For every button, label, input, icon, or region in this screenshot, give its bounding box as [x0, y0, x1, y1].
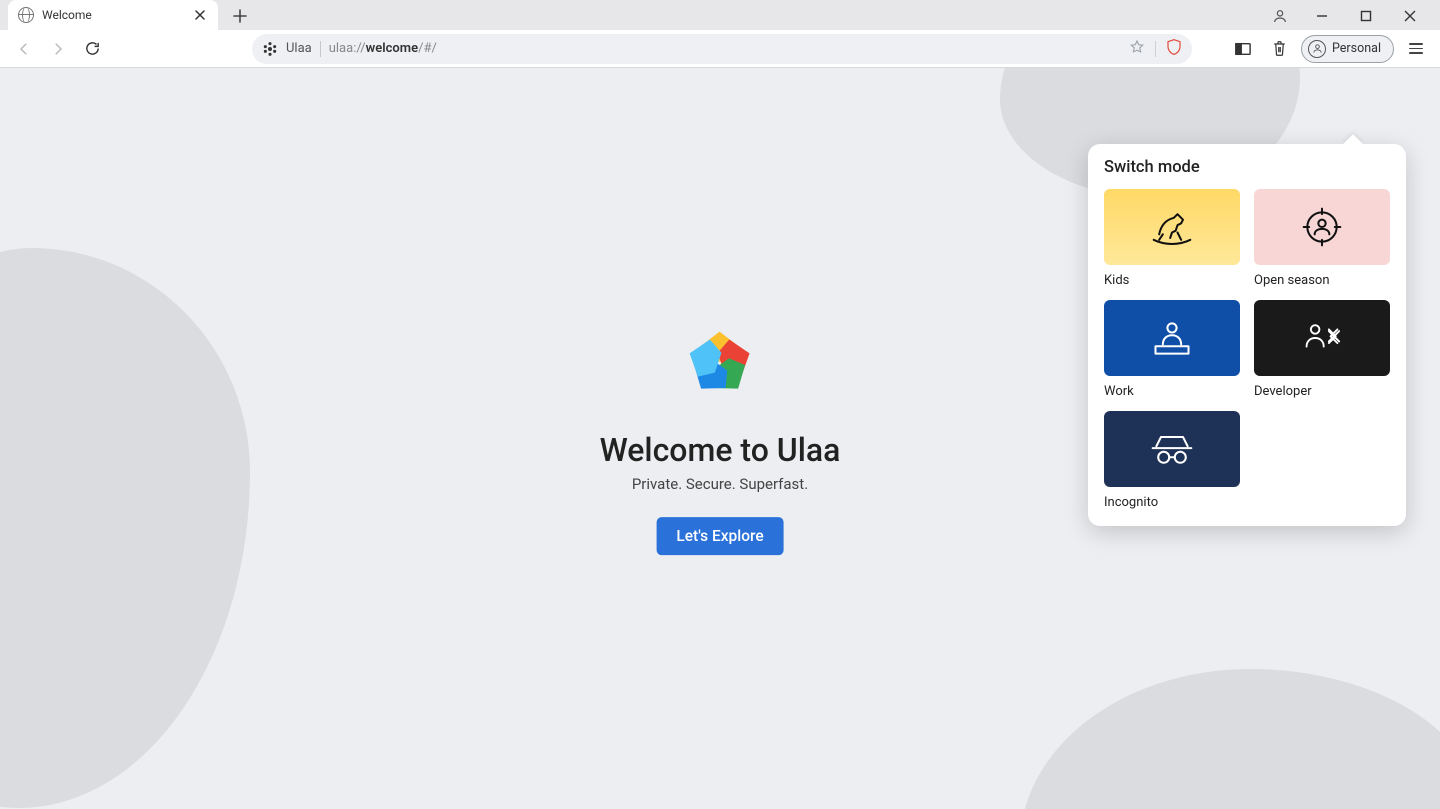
popover-title: Switch mode [1104, 158, 1390, 177]
lets-explore-button[interactable]: Let's Explore [656, 517, 783, 555]
mode-card-work[interactable]: Work [1104, 300, 1240, 399]
globe-icon [18, 7, 34, 23]
hero-section: Welcome to Ulaa Private. Secure. Superfa… [600, 313, 841, 555]
bookmark-star-icon[interactable] [1129, 39, 1145, 59]
url-display: ulaa://welcome/#/ [329, 41, 437, 56]
shield-icon[interactable] [1166, 38, 1182, 60]
browser-toolbar: Ulaa ulaa://welcome/#/ Personal [0, 30, 1440, 68]
incognito-icon [1149, 431, 1195, 467]
page-tagline: Private. Secure. Superfast. [600, 475, 841, 493]
trash-icon[interactable] [1265, 35, 1293, 63]
mode-label: Kids [1104, 273, 1240, 288]
page-title: Welcome to Ulaa [600, 431, 841, 469]
code-person-icon [1298, 320, 1346, 356]
page-content: Welcome to Ulaa Private. Secure. Superfa… [0, 68, 1440, 809]
titlebar-profile-icon[interactable] [1266, 2, 1294, 30]
address-bar[interactable]: Ulaa ulaa://welcome/#/ [252, 34, 1192, 64]
rocking-horse-icon [1150, 207, 1194, 247]
omnibox-divider [320, 41, 321, 57]
tab-title: Welcome [42, 8, 92, 22]
desk-person-icon [1150, 318, 1194, 358]
mode-label: Work [1104, 384, 1240, 399]
ulaa-logo-icon [670, 313, 770, 413]
switch-mode-popover: Switch mode Kids [1088, 144, 1406, 526]
mode-card-kids[interactable]: Kids [1104, 189, 1240, 288]
omnibox-divider-2 [1155, 41, 1156, 57]
bg-blob [0, 248, 250, 808]
window-close-button[interactable] [1388, 2, 1432, 30]
profile-label: Personal [1332, 41, 1381, 56]
mode-card-incognito[interactable]: Incognito [1104, 411, 1240, 510]
mode-label: Open season [1254, 273, 1390, 288]
mode-label: Developer [1254, 384, 1390, 399]
window-maximize-button[interactable] [1344, 2, 1388, 30]
tab-close-button[interactable] [192, 7, 208, 23]
app-menu-button[interactable] [1402, 35, 1430, 63]
profile-mode-pill[interactable]: Personal [1301, 35, 1394, 63]
browser-tab[interactable]: Welcome [8, 0, 218, 30]
reload-button[interactable] [78, 35, 106, 63]
profile-avatar-icon [1308, 40, 1326, 58]
mode-label: Incognito [1104, 495, 1240, 510]
site-name-label: Ulaa [286, 41, 312, 56]
window-controls [1266, 2, 1432, 30]
side-panel-button[interactable] [1229, 35, 1257, 63]
mode-grid: Kids Open season [1104, 189, 1390, 510]
tab-strip: Welcome [0, 0, 1440, 30]
mode-card-developer[interactable]: Developer [1254, 300, 1390, 399]
bg-blob [1020, 669, 1440, 809]
window-minimize-button[interactable] [1300, 2, 1344, 30]
back-button[interactable] [10, 35, 38, 63]
forward-button[interactable] [44, 35, 72, 63]
mode-card-open-season[interactable]: Open season [1254, 189, 1390, 288]
new-tab-button[interactable] [226, 2, 254, 30]
crosshair-person-icon [1300, 205, 1344, 249]
site-identity-icon [262, 41, 278, 57]
